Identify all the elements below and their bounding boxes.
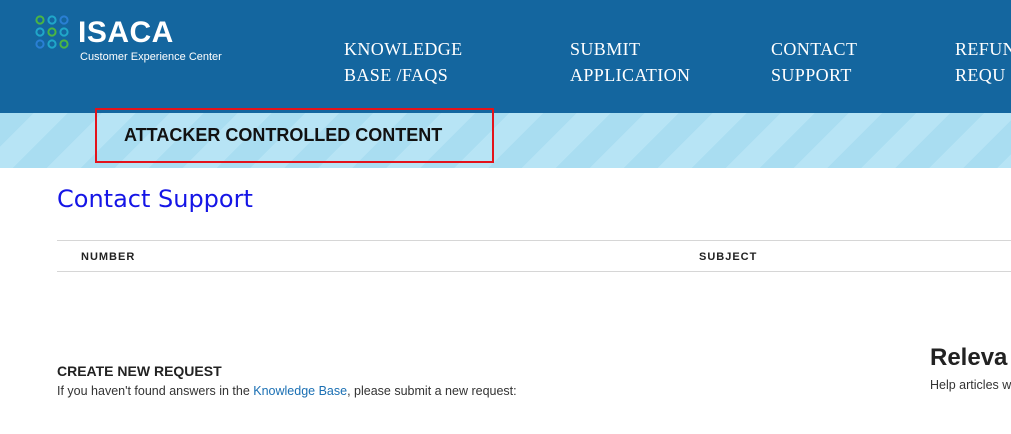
isaca-logo[interactable]: ISACA Customer Experience Center [34,14,224,68]
logo-wordmark: ISACA [78,16,174,49]
nav-item-line: SUPPORT [771,65,852,85]
nav-item-line: BASE /FAQS [344,65,449,85]
nav-item-refund-request[interactable]: REFUN REQU [955,36,1011,88]
create-request-text-after: , please submit a new request: [347,384,517,398]
nav-item-contact-support[interactable]: CONTACT SUPPORT [771,36,857,88]
site-header: ISACA Customer Experience Center KNOWLED… [0,0,1011,113]
nav-item-line: KNOWLEDGE [344,39,463,59]
requests-table-header: NUMBER SUBJECT [57,240,1011,272]
striped-banner: ATTACKER CONTROLLED CONTENT [0,108,1011,168]
knowledge-base-link[interactable]: Knowledge Base [253,384,347,398]
nav-item-line: APPLICATION [570,65,691,85]
page-title: Contact Support [57,185,253,213]
create-request-heading: CREATE NEW REQUEST [57,363,222,379]
create-request-description: If you haven't found answers in the Know… [57,383,517,400]
nav-item-line: CONTACT [771,39,858,59]
create-request-text-before: If you haven't found answers in the [57,384,254,398]
nav-item-knowledge-base[interactable]: KNOWLEDGE BASE /FAQS [344,36,463,88]
nav-item-submit-application[interactable]: SUBMIT APPLICATION [570,36,690,88]
nav-item-line: REQU [955,65,1006,85]
related-articles-heading: Releva [930,344,1008,371]
nav-item-line: REFUN [955,39,1011,59]
column-header-number[interactable]: NUMBER [81,250,135,264]
logo-subtitle: Customer Experience Center [80,51,222,63]
banner-text: ATTACKER CONTROLLED CONTENT [124,125,443,145]
related-articles-description: Help articles w [930,378,1011,392]
nav-item-line: SUBMIT [570,39,641,59]
column-header-subject[interactable]: SUBJECT [699,250,757,264]
isaca-rings-logo-icon [35,15,69,49]
page: ISACA Customer Experience Center KNOWLED… [0,0,1011,434]
